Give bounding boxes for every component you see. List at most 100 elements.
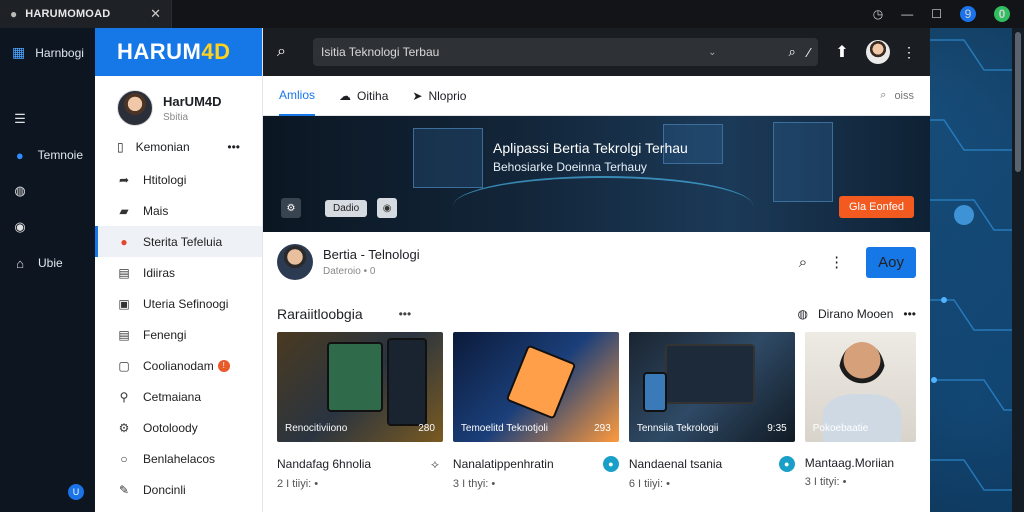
scrollbar-thumb[interactable] <box>1015 32 1021 172</box>
hero-title: Aplipassi Bertia Tekrolgi Terhau <box>493 140 688 156</box>
tab-label: Oitiha <box>357 88 389 103</box>
card-title-row: Nanalatippenhratin ● <box>453 456 619 472</box>
notification-badge[interactable]: 9 <box>960 6 976 22</box>
sidebar-item-ootoloody[interactable]: ⚙ Ootoloody <box>95 412 262 443</box>
apple-icon: ● <box>10 7 18 21</box>
rail-item-temnoie[interactable]: ● Temnoie <box>0 137 95 173</box>
brand-logo[interactable]: HARUM 4D <box>95 28 262 76</box>
sidebar-item-label: Idiiras <box>143 265 176 280</box>
rail-header[interactable]: ▦ Harnbogi <box>0 28 95 77</box>
thumbnail[interactable]: Tennsiia Tekrologii 9:35 <box>628 332 795 442</box>
browser-top-bar: ● HARUMOMOAD ✕ ◷ — ☐ 9 0 <box>0 0 1024 28</box>
chevron-down-icon[interactable]: ⌄ <box>708 47 716 58</box>
sidebar-item-label: Uteria Sefinoogi <box>143 296 229 311</box>
rail-title: Harnbogi <box>35 45 84 60</box>
thumbnail[interactable]: Renocitiviiono 280 <box>277 332 443 442</box>
video-card[interactable]: Temoelitd Teknotjoli 293 Nanalatippenhrat… <box>452 332 619 490</box>
tab-amlios[interactable]: Amlios <box>279 76 316 116</box>
cloud-icon: ☁ <box>339 88 352 103</box>
search-icon: ⌕ <box>880 89 887 101</box>
share-icon[interactable]: ⟡ <box>427 456 443 472</box>
play-button[interactable]: ◉ <box>377 198 398 218</box>
sidebar-item-cetmaiana[interactable]: ⚲ Cetmaiana <box>95 381 262 412</box>
thumbnail[interactable]: Temoelitd Teknotjoli 293 <box>452 332 619 442</box>
rail-item-compass[interactable]: ◉ <box>0 209 95 245</box>
channel-sub: Dateroio • 0 <box>323 266 376 277</box>
rail-item-ubie[interactable]: ⌂ Ubie <box>0 245 95 281</box>
user-avatar[interactable] <box>866 40 890 64</box>
hero-banner: Aplipassi Bertia Tekrolgi Terhau Behosia… <box>263 116 930 232</box>
video-card[interactable]: Tennsiia Tekrologii 9:35 Nandaenal tsania… <box>628 332 795 490</box>
document-icon: ▣ <box>118 296 130 311</box>
history-icon[interactable]: ◷ <box>873 7 883 21</box>
maximize-icon[interactable]: ☐ <box>931 7 942 21</box>
more-icon[interactable]: ••• <box>399 307 412 321</box>
rail-item-label: Temnoie <box>37 148 83 162</box>
video-card[interactable]: Renocitiviiono 280 Nandafag 6hnolia ⟡ 2 I… <box>277 332 443 490</box>
sidebar-menu-head[interactable]: ▯ Kemonian ••• <box>95 132 262 164</box>
sidebar: HARUM 4D HarUM4D Sbitia ▯ Kemonian ••• ➦ … <box>95 28 263 512</box>
apply-button[interactable]: Aoy <box>866 246 916 278</box>
search-icon[interactable]: ⌕ <box>277 43 301 61</box>
phone-graphic <box>505 344 577 420</box>
profile[interactable]: HarUM4D Sbitia <box>95 76 262 132</box>
monitor-graphic <box>413 128 483 188</box>
pin-icon: ● <box>120 234 128 249</box>
monitor-graphic <box>773 122 833 202</box>
home-icon: ⌂ <box>16 255 24 271</box>
sidebar-item-idiiras[interactable]: ▤ Idiiras <box>95 257 262 288</box>
video-card[interactable]: Pokoebaatie Mantaag.Moriian 3 I tityi: • <box>804 332 916 490</box>
thumbnail[interactable]: Pokoebaatie <box>804 332 916 442</box>
scrollbar[interactable] <box>1012 28 1024 512</box>
tab-oitiha[interactable]: ☁ Oitiha <box>339 76 388 116</box>
minimize-icon[interactable]: — <box>901 7 913 21</box>
more-icon[interactable]: ••• <box>903 307 916 321</box>
card-meta: 3 I thyi: • <box>452 478 496 490</box>
more-vert-icon[interactable]: ⋮ <box>902 44 916 61</box>
sidebar-item-sterita[interactable]: ● Sterita Tefeluia <box>95 226 262 257</box>
upload-icon[interactable]: ⬆ <box>830 42 854 62</box>
channel-avatar[interactable] <box>277 244 313 280</box>
card-title-row: Nandaenal tsania ● <box>629 456 795 472</box>
inbox-icon: ▰ <box>119 203 129 218</box>
book-icon: ▯ <box>117 140 124 154</box>
rail-item-menu[interactable]: ☰ <box>0 101 95 137</box>
drop-icon[interactable]: ● <box>778 456 795 472</box>
search-icon[interactable]: ⌕ <box>799 254 807 271</box>
sidebar-item-label: Htitologi <box>143 172 187 187</box>
mic-icon[interactable]: ⁄ <box>808 45 810 60</box>
sidebar-item-doncinli[interactable]: ✎ Doncinli <box>95 474 262 505</box>
tab-label: Nloprio <box>428 88 467 103</box>
sidebar-item-uteria[interactable]: ▣ Uteria Sefinoogi <box>95 288 262 319</box>
close-icon[interactable]: ✕ <box>150 6 161 22</box>
menu-icon: ☰ <box>14 111 26 126</box>
window-controls: ◷ — ☐ 9 0 <box>873 6 1024 22</box>
card-meta: 6 I tiiyi: • <box>628 478 670 490</box>
sidebar-item-coolianodam[interactable]: ▢ Coolianodam ! <box>95 350 262 381</box>
sidebar-item-htitologi[interactable]: ➦ Htitologi <box>95 164 262 195</box>
sidebar-item-mais[interactable]: ▰ Mais <box>95 195 262 226</box>
rail-bottom-badge[interactable]: U <box>68 484 84 500</box>
tab-nloprio[interactable]: ➤ Nloprio <box>412 76 466 116</box>
status-badge[interactable]: 0 <box>994 6 1010 22</box>
search-submit-icon[interactable]: ⌕ <box>789 44 796 60</box>
thumbnail-caption: Pokoebaatie <box>813 423 908 434</box>
hero-cta-button[interactable]: Gla Eonfed <box>838 196 914 218</box>
sidebar-item-fenengi[interactable]: ▤ Fenengi <box>95 319 262 350</box>
radio-button[interactable]: Dadio <box>325 199 368 217</box>
search-input[interactable]: Isitia Teknologi Terbau ⌄ ⌕ ⁄ <box>313 38 818 66</box>
more-vert-icon[interactable]: ⋮ <box>829 253 844 271</box>
globe-icon: ◍ <box>14 183 26 198</box>
browser-tab[interactable]: ● HARUMOMOAD ✕ <box>0 0 172 28</box>
chat-icon[interactable]: ● <box>602 456 619 472</box>
card-title: Nandafag 6hnolia <box>277 457 372 471</box>
rail-item-globe[interactable]: ◍ <box>0 173 95 209</box>
more-icon[interactable]: ••• <box>227 140 240 154</box>
phone-graphic <box>642 372 667 412</box>
section-right-label[interactable]: Dirano Mooen <box>818 307 893 321</box>
tabs-right[interactable]: ⌕ oiss <box>880 89 914 102</box>
hero-buttons: ⚙ Dadio ◉ <box>281 198 398 218</box>
settings-button[interactable]: ⚙ <box>281 198 301 218</box>
compass-icon[interactable]: ◍ <box>798 307 808 321</box>
sidebar-item-benlahelacos[interactable]: ○ Benlahelacos <box>95 443 262 474</box>
